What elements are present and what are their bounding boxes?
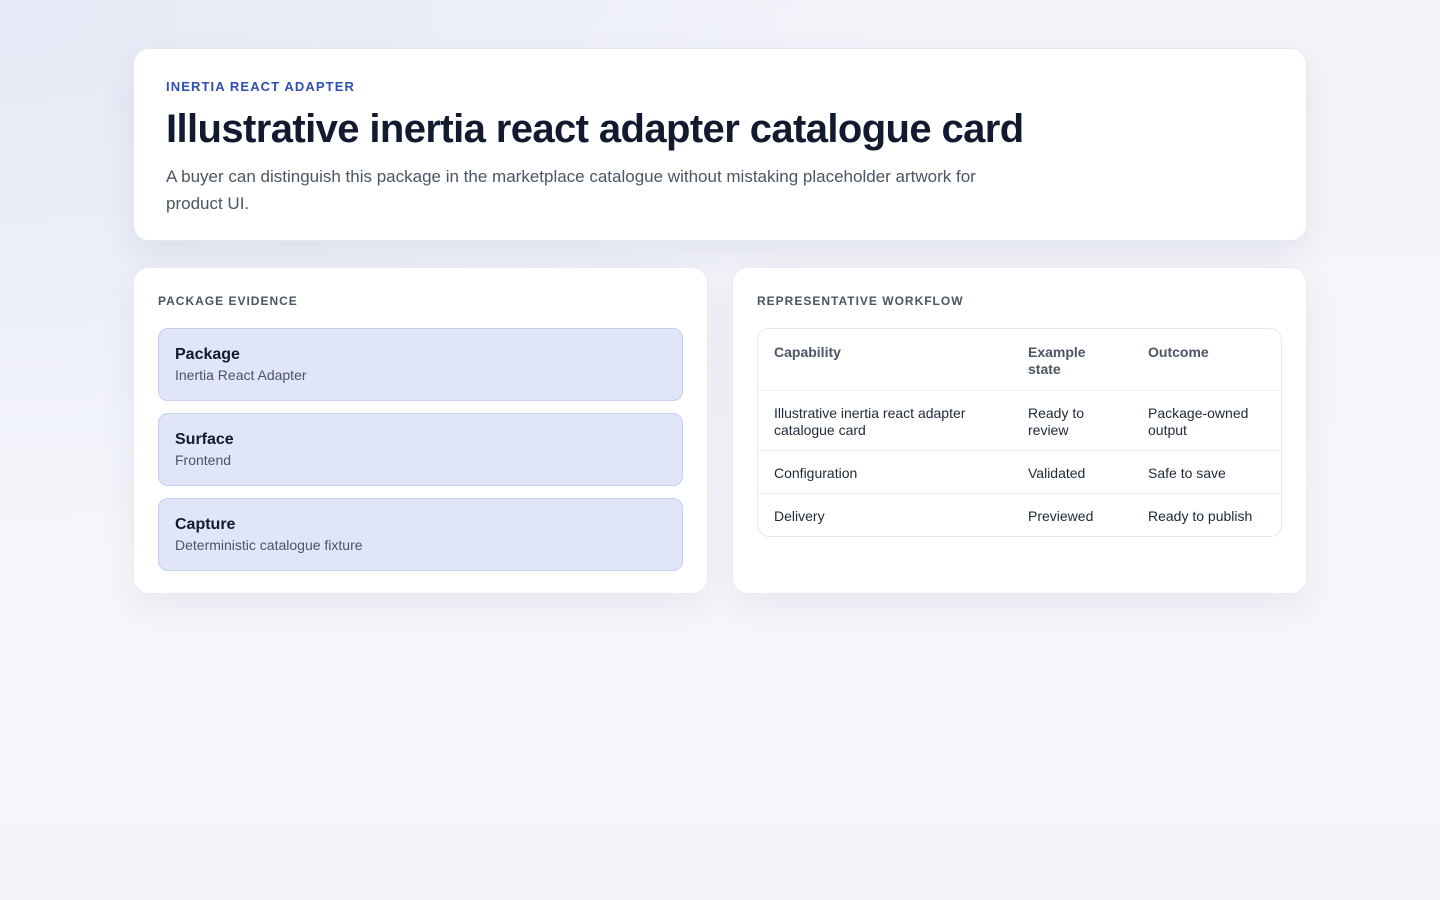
- representative-workflow-panel: REPRESENTATIVE WORKFLOW Capability Examp…: [732, 267, 1307, 594]
- hero-description: A buyer can distinguish this package in …: [166, 167, 976, 213]
- evidence-item-value: Frontend: [175, 452, 232, 468]
- table-cell: Ready to review: [1012, 390, 1132, 451]
- table-cell: Delivery: [774, 508, 825, 524]
- evidence-item-title: Capture: [175, 516, 236, 533]
- evidence-item-title: Package: [175, 346, 240, 363]
- table-cell: Previewed: [1028, 508, 1094, 524]
- table-cell: Validated: [1012, 450, 1132, 494]
- evidence-item-value: Deterministic catalogue fixture: [175, 537, 363, 553]
- representative-workflow-label: REPRESENTATIVE WORKFLOW: [757, 294, 964, 308]
- workflow-table-container: Capability Example state Outcome Illustr…: [757, 328, 1282, 537]
- table-row: Delivery Previewed Ready to publish: [758, 494, 1281, 537]
- evidence-item-value: Inertia React Adapter: [175, 367, 307, 383]
- evidence-item-package: Package Inertia React Adapter: [158, 328, 683, 401]
- hero-eyebrow: INERTIA REACT ADAPTER: [166, 79, 355, 94]
- hero-card: INERTIA REACT ADAPTER Illustrative inert…: [133, 48, 1307, 241]
- table-cell: Ready to publish: [1148, 508, 1253, 524]
- table-header-row: Capability Example state Outcome: [758, 329, 1281, 391]
- table-cell: Safe to save: [1132, 450, 1281, 494]
- table-cell: Configuration: [758, 450, 1012, 494]
- page-title: Illustrative inertia react adapter catal…: [166, 107, 1024, 151]
- column-header-outcome: Outcome: [1132, 329, 1281, 391]
- package-evidence-panel: PACKAGE EVIDENCE Package Inertia React A…: [133, 267, 708, 594]
- workflow-table: Capability Example state Outcome Illustr…: [758, 329, 1281, 536]
- table-row: Illustrative inertia react adapter catal…: [758, 390, 1281, 451]
- evidence-list: Package Inertia React Adapter Surface Fr…: [158, 328, 683, 571]
- evidence-item-capture: Capture Deterministic catalogue fixture: [158, 498, 683, 571]
- package-evidence-label: PACKAGE EVIDENCE: [158, 294, 298, 308]
- column-header-example-state: Example state: [1012, 329, 1132, 391]
- table-cell: Package-owned output: [1132, 390, 1281, 451]
- evidence-item-surface: Surface Frontend: [158, 413, 683, 486]
- evidence-item-title: Surface: [175, 431, 234, 448]
- table-row: Configuration Validated Safe to save: [758, 450, 1281, 494]
- column-header-capability: Capability: [758, 329, 1012, 391]
- table-cell: Illustrative inertia react adapter catal…: [758, 390, 1012, 451]
